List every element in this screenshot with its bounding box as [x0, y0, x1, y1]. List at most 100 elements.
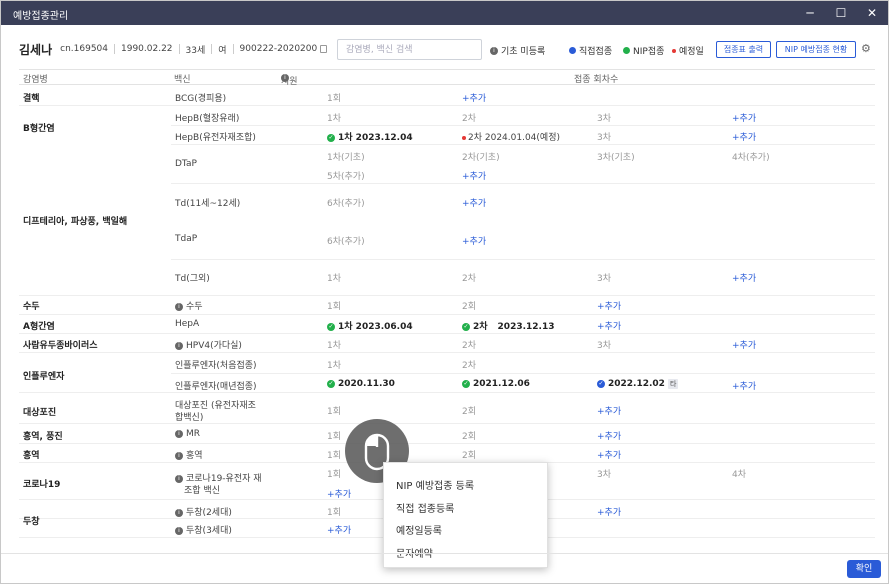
dose-slot[interactable]: 1차: [327, 111, 341, 124]
sex: 여: [218, 45, 227, 56]
add-dose-button[interactable]: +추가: [462, 234, 486, 247]
add-dose-button[interactable]: +추가: [597, 299, 621, 312]
dose-slot[interactable]: 1회: [327, 505, 341, 518]
disease-name: A형간염: [23, 322, 55, 332]
dose-slot[interactable]: 1회: [327, 404, 341, 417]
dose-slot[interactable]: 1차: [327, 358, 341, 371]
maximize-icon[interactable]: ☐: [826, 1, 856, 25]
dose-slot[interactable]: 2차: [462, 358, 476, 371]
info-icon: i: [175, 302, 183, 311]
legend-direct: 직접접종: [569, 44, 612, 57]
copy-icon[interactable]: [320, 45, 328, 53]
add-dose-button[interactable]: +추가: [462, 91, 486, 104]
completed-dose[interactable]: ✓ 2021.12.06: [462, 379, 530, 389]
add-dose-button[interactable]: +추가: [327, 487, 351, 500]
dose-slot[interactable]: 1차(기초): [327, 150, 365, 163]
row-divider: [171, 183, 875, 184]
add-dose-button[interactable]: +추가: [732, 111, 756, 124]
dose-slot[interactable]: 3차(기초): [597, 150, 635, 163]
gear-icon[interactable]: ⚙: [861, 42, 871, 55]
print-schedule-button[interactable]: 접종표 출력: [716, 41, 771, 58]
add-dose-button[interactable]: +추가: [597, 319, 621, 332]
vaccine-name: HepA: [175, 319, 200, 329]
dose-slot[interactable]: 4차(추가): [732, 150, 770, 163]
title-bar: 예방접종관리 ─ ☐ ✕: [1, 1, 888, 25]
dose-slot[interactable]: 2차: [462, 338, 476, 351]
completed-dose[interactable]: ✓ 2020.11.30: [327, 379, 395, 389]
vaccine-name: i 수두: [175, 299, 203, 312]
close-icon[interactable]: ✕: [857, 1, 887, 25]
vaccine-name: i 두창(2세대): [175, 505, 232, 518]
menu-item-nip-register[interactable]: NIP 예방접종 등록: [396, 477, 474, 492]
completed-dose[interactable]: ✓ 2차 2023.12.13: [462, 319, 554, 332]
dose-slot[interactable]: 1회: [327, 467, 341, 480]
disease-name: 디프테리아, 파상풍, 백일해: [23, 217, 128, 227]
add-dose-button[interactable]: +추가: [462, 169, 486, 182]
completed-dose[interactable]: ✓ 1차 2023.12.04: [327, 130, 413, 143]
nip-status-button[interactable]: NIP 예방접종 현황: [776, 41, 856, 58]
birth-date: 1990.02.22: [121, 44, 173, 54]
menu-item-direct-register[interactable]: 직접 접종등록: [396, 500, 454, 515]
direct-dot-icon: [569, 47, 576, 54]
info-icon: i: [175, 474, 183, 483]
dose-slot[interactable]: 2차: [462, 271, 476, 284]
row-divider: [19, 314, 875, 315]
add-dose-button[interactable]: +추가: [732, 338, 756, 351]
completed-dose[interactable]: ✓ 2022.12.02 타: [597, 379, 679, 389]
row-divider: [19, 392, 875, 393]
dose-slot[interactable]: 3차: [597, 338, 611, 351]
add-dose-button[interactable]: +추가: [597, 404, 621, 417]
row-divider: [171, 259, 875, 260]
info-icon: i: [175, 451, 183, 460]
dose-slot[interactable]: 2회: [462, 429, 476, 442]
vaccine-name: Td(11세~12세): [175, 199, 241, 209]
dose-slot[interactable]: 2회: [462, 404, 476, 417]
confirm-button[interactable]: 확인: [847, 560, 881, 578]
dose-slot[interactable]: 1회: [327, 429, 341, 442]
table-header: 감염병 백신 지원 i 접종 회차수: [19, 69, 875, 87]
dose-slot[interactable]: 2회: [462, 299, 476, 312]
dose-slot[interactable]: 3차: [597, 111, 611, 124]
dose-slot[interactable]: 3차: [597, 130, 611, 143]
minimize-icon[interactable]: ─: [795, 1, 825, 25]
dose-slot[interactable]: 2회: [462, 448, 476, 461]
menu-item-planned-register[interactable]: 예정일등록: [396, 522, 442, 537]
add-dose-button[interactable]: +추가: [327, 523, 351, 536]
row-divider: [171, 125, 875, 126]
add-dose-button[interactable]: +추가: [732, 379, 756, 392]
dose-slot[interactable]: 1회: [327, 299, 341, 312]
dose-slot[interactable]: 5차(추가): [327, 169, 365, 182]
dose-slot[interactable]: 3차: [597, 467, 611, 480]
dose-slot[interactable]: 4차: [732, 467, 746, 480]
add-dose-button[interactable]: +추가: [597, 448, 621, 461]
dose-slot[interactable]: 2차(기초): [462, 150, 500, 163]
completed-dose[interactable]: ✓ 1차 2023.06.04: [327, 319, 413, 332]
search-input[interactable]: [337, 39, 482, 60]
add-dose-button[interactable]: +추가: [732, 130, 756, 143]
add-dose-button[interactable]: +추가: [597, 429, 621, 442]
check-icon: ✓: [327, 133, 335, 142]
row-divider: [19, 443, 875, 444]
disease-name: B형간염: [23, 124, 55, 134]
planned-dose[interactable]: 2차 2024.01.04(예정): [462, 130, 560, 143]
info-icon: i: [175, 429, 183, 438]
add-dose-button[interactable]: +추가: [462, 196, 486, 209]
check-icon: ✓: [327, 379, 335, 388]
add-dose-button[interactable]: +추가: [732, 271, 756, 284]
dose-slot[interactable]: 1회: [327, 448, 341, 461]
add-dose-button[interactable]: +추가: [597, 505, 621, 518]
dose-slot[interactable]: 2차: [462, 111, 476, 124]
dose-slot[interactable]: 6차(추가): [327, 234, 365, 247]
patient-name: 김세나: [19, 42, 53, 57]
dose-slot[interactable]: 6차(추가): [327, 196, 365, 209]
dose-slot[interactable]: 1차: [327, 338, 341, 351]
info-icon: i: [490, 46, 498, 55]
check-icon: ✓: [462, 379, 470, 388]
row-divider: [171, 144, 875, 145]
vaccine-name: DTaP: [175, 159, 197, 169]
dose-slot[interactable]: 1차: [327, 271, 341, 284]
vaccine-name: 합백신): [175, 413, 204, 423]
dose-slot[interactable]: 1회: [327, 91, 341, 104]
nip-dot-icon: [623, 47, 630, 54]
dose-slot[interactable]: 3차: [597, 271, 611, 284]
